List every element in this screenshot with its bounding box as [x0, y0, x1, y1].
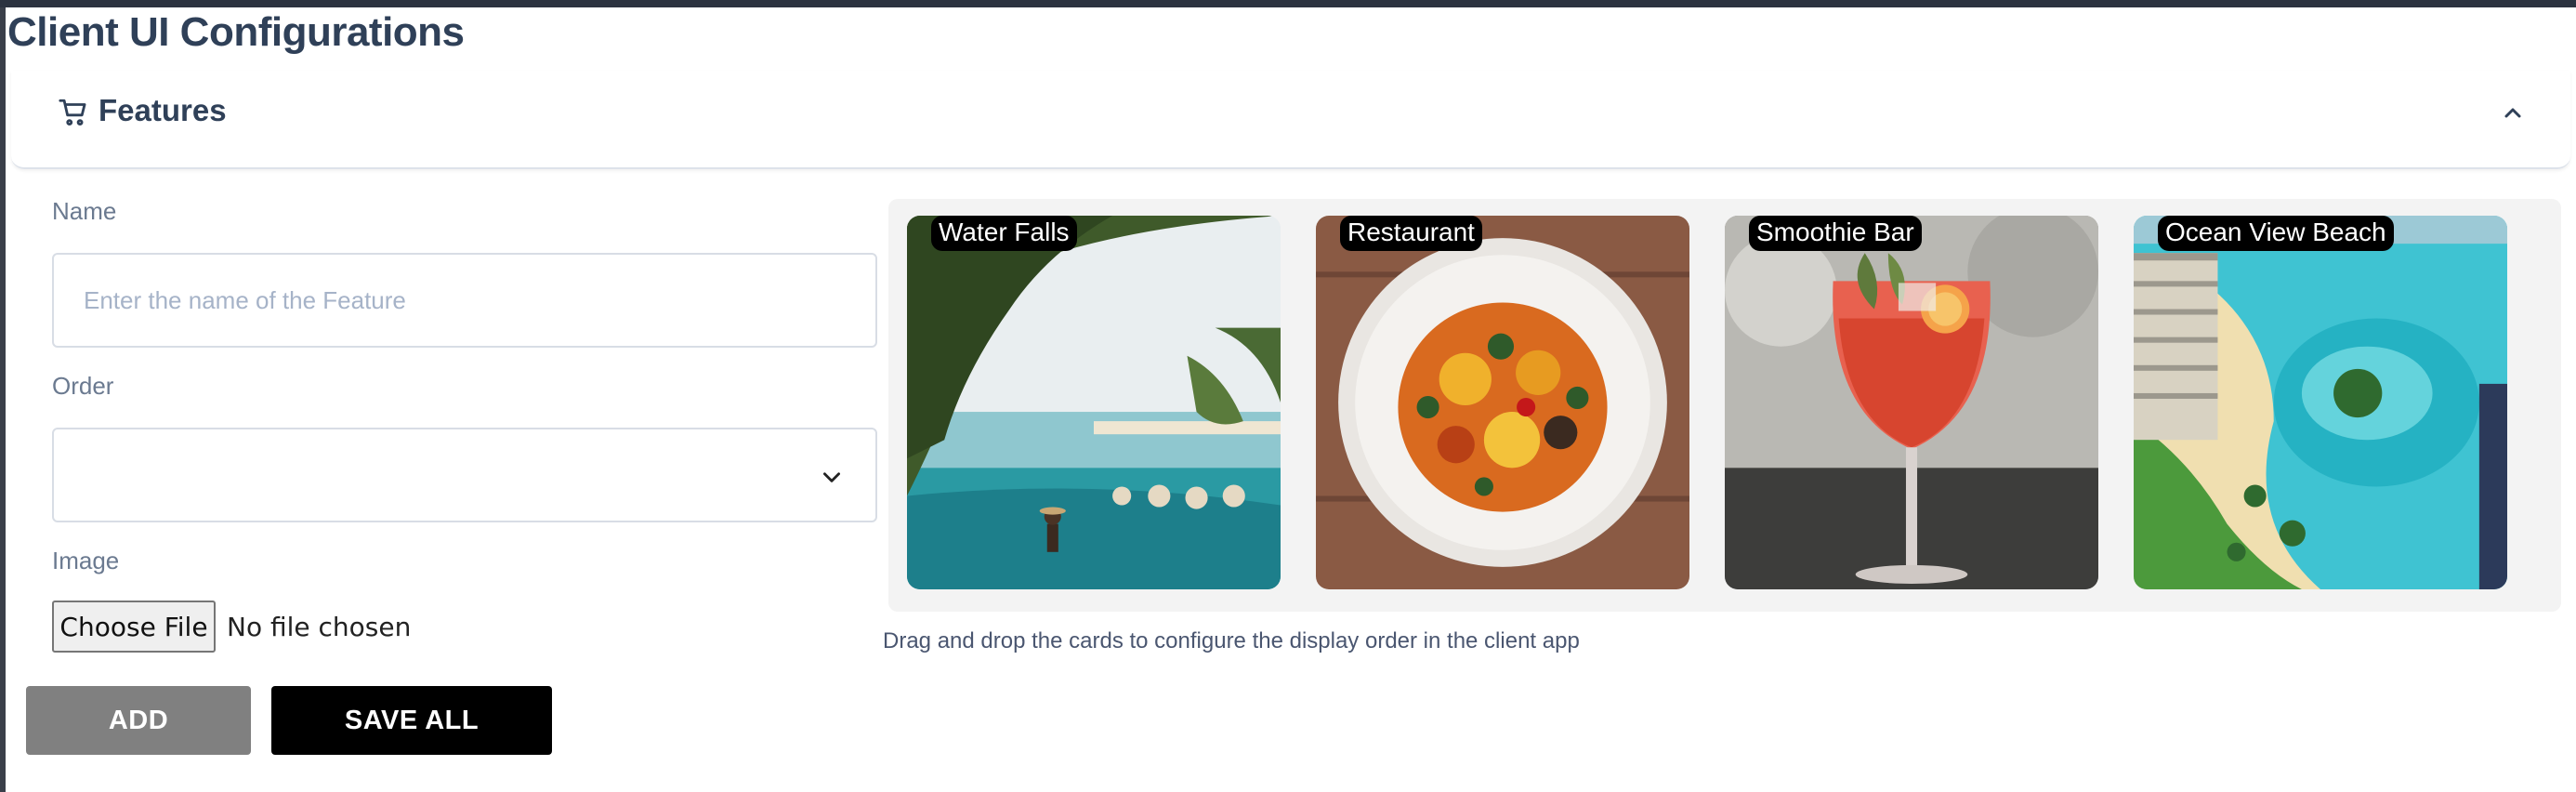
cart-icon: [59, 99, 86, 126]
card-label: Restaurant: [1340, 216, 1482, 251]
feature-card-ocean-view-beach[interactable]: Ocean View Beach: [2134, 216, 2507, 589]
chevron-down-icon: [823, 472, 840, 482]
choose-file-button[interactable]: Choose File: [52, 601, 216, 653]
restaurant-image: [1316, 216, 1689, 589]
feature-card-smoothie-bar[interactable]: Smoothie Bar: [1725, 216, 2098, 589]
name-label: Name: [52, 197, 117, 225]
ocean-view-beach-image: [2134, 216, 2507, 589]
order-select[interactable]: [52, 428, 877, 522]
reorder-hint: Drag and drop the cards to configure the…: [883, 628, 1580, 653]
card-label: Ocean View Beach: [2158, 216, 2394, 251]
page-title: Client UI Configurations: [7, 9, 465, 55]
chevron-up-icon[interactable]: [2502, 102, 2524, 125]
image-label: Image: [52, 547, 120, 574]
feature-card-water-falls[interactable]: Water Falls: [907, 216, 1281, 589]
panel-title: Features: [99, 93, 227, 127]
feature-cards-gallery: Water Falls Restaurant Smoothie Bar Ocea…: [888, 199, 2561, 612]
feature-card-restaurant[interactable]: Restaurant: [1316, 216, 1689, 589]
features-panel-header[interactable]: Features: [11, 71, 2570, 169]
smoothie-bar-image: [1725, 216, 2098, 589]
card-label: Smoothie Bar: [1749, 216, 1922, 251]
water-falls-image: [907, 216, 1281, 589]
save-all-button[interactable]: SAVE ALL: [271, 686, 552, 755]
add-button[interactable]: ADD: [26, 686, 251, 755]
file-status: No file chosen: [227, 612, 412, 642]
page: Client UI Configurations Features Name O…: [0, 7, 2576, 792]
order-label: Order: [52, 372, 114, 400]
name-input[interactable]: [52, 253, 877, 348]
card-label: Water Falls: [931, 216, 1077, 251]
